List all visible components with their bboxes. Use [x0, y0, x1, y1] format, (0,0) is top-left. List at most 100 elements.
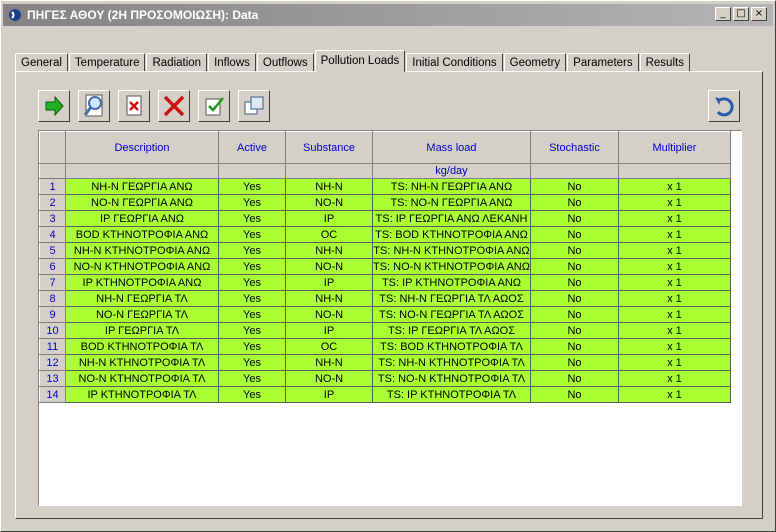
stochastic-cell[interactable]: No	[529, 370, 619, 387]
active-cell[interactable]: Yes	[218, 338, 286, 355]
table-row[interactable]: 8 NH-N ΓΕΩΡΓΙΑ ΤΛ Yes NH-N TS: NH-N ΓΕΩΡΓΙΑ …	[39, 290, 731, 307]
description-cell[interactable]: IP ΚΤΗΝΟΤΡΟΦΙΑ ΤΛ	[65, 386, 219, 403]
substance-cell[interactable]: NO-N	[285, 194, 373, 211]
multiplier-cell[interactable]: x 1	[617, 178, 731, 195]
substance-cell[interactable]: NH-N	[285, 242, 373, 259]
multiplier-cell[interactable]: x 1	[617, 226, 731, 243]
stochastic-cell[interactable]: No	[529, 194, 619, 211]
stochastic-cell[interactable]: No	[529, 226, 619, 243]
table-row[interactable]: 3 IP ΓΕΩΡΓΙΑ ΑΝΩ Yes IP TS: IP ΓΕΩΡΓΙΑ ΑΝΩ Λ…	[39, 210, 731, 227]
mass-load-cell[interactable]: TS: IP ΓΕΩΡΓΙΑ ΤΛ ΑΩΟΣ	[372, 322, 531, 339]
copy-button[interactable]	[238, 90, 270, 122]
mass-load-cell[interactable]: TS: IP ΓΕΩΡΓΙΑ ΑΝΩ ΛΕΚΑΝΗ	[372, 210, 531, 227]
table-row[interactable]: 14 IP ΚΤΗΝΟΤΡΟΦΙΑ ΤΛ Yes IP TS: IP ΚΤΗΝΟΤΡΟΦ…	[39, 386, 731, 403]
table-row[interactable]: 10 IP ΓΕΩΡΓΙΑ ΤΛ Yes IP TS: IP ΓΕΩΡΓΙΑ ΤΛ ΑΩ…	[39, 322, 731, 339]
row-number[interactable]: 3	[39, 210, 66, 227]
mass-load-cell[interactable]: TS: NO-N ΓΕΩΡΓΙΑ ΤΛ ΑΩΟΣ	[372, 306, 531, 323]
tab-pollution-loads[interactable]: Pollution Loads	[314, 50, 406, 72]
active-cell[interactable]: Yes	[218, 242, 286, 259]
stochastic-cell[interactable]: No	[529, 258, 619, 275]
description-cell[interactable]: NO-N ΓΕΩΡΓΙΑ ΑΝΩ	[65, 194, 219, 211]
multiplier-cell[interactable]: x 1	[617, 258, 731, 275]
tab-results[interactable]: Results	[639, 53, 690, 72]
table-row[interactable]: 2 NO-N ΓΕΩΡΓΙΑ ΑΝΩ Yes NO-N TS: NO-N ΓΕΩΡΓΙΑ…	[39, 194, 731, 211]
stochastic-cell[interactable]: No	[529, 338, 619, 355]
row-number[interactable]: 12	[39, 354, 66, 371]
multiplier-cell[interactable]: x 1	[617, 210, 731, 227]
description-cell[interactable]: IP ΓΕΩΡΓΙΑ ΤΛ	[65, 322, 219, 339]
row-number[interactable]: 5	[39, 242, 66, 259]
active-cell[interactable]: Yes	[218, 274, 286, 291]
go-button[interactable]	[38, 90, 70, 122]
active-cell[interactable]: Yes	[218, 226, 286, 243]
mass-load-cell[interactable]: TS: NH-N ΓΕΩΡΓΙΑ ΤΛ ΑΩΟΣ	[372, 290, 531, 307]
mass-load-cell[interactable]: TS: NH-N ΓΕΩΡΓΙΑ ΑΝΩ	[372, 178, 531, 195]
table-row[interactable]: 11 BOD ΚΤΗΝΟΤΡΟΦΙΑ ΤΛ Yes OC TS: BOD ΚΤΗΝΟΤΡ…	[39, 338, 731, 355]
mass-load-cell[interactable]: TS: NO-N ΓΕΩΡΓΙΑ ΑΝΩ	[372, 194, 531, 211]
mass-load-cell[interactable]: TS: NH-N ΚΤΗΝΟΤΡΟΦΙΑ ΑΝΩ	[372, 242, 531, 259]
multiplier-cell[interactable]: x 1	[617, 242, 731, 259]
substance-cell[interactable]: NH-N	[285, 290, 373, 307]
active-cell[interactable]: Yes	[218, 178, 286, 195]
column-header-active[interactable]: Active	[218, 131, 286, 164]
active-cell[interactable]: Yes	[218, 386, 286, 403]
undo-button[interactable]	[708, 90, 740, 122]
substance-cell[interactable]: IP	[285, 386, 373, 403]
row-number[interactable]: 8	[39, 290, 66, 307]
multiplier-cell[interactable]: x 1	[617, 290, 731, 307]
description-cell[interactable]: IP ΚΤΗΝΟΤΡΟΦΙΑ ΑΝΩ	[65, 274, 219, 291]
row-number[interactable]: 13	[39, 370, 66, 387]
tab-temperature[interactable]: Temperature	[68, 53, 146, 72]
active-cell[interactable]: Yes	[218, 322, 286, 339]
description-cell[interactable]: NH-N ΚΤΗΝΟΤΡΟΦΙΑ ΑΝΩ	[65, 242, 219, 259]
table-row[interactable]: 4 BOD ΚΤΗΝΟΤΡΟΦΙΑ ΑΝΩ Yes OC TS: BOD ΚΤΗΝΟΤΡ…	[39, 226, 731, 243]
row-number[interactable]: 9	[39, 306, 66, 323]
substance-cell[interactable]: OC	[285, 338, 373, 355]
maximize-button[interactable]: □	[733, 7, 749, 21]
mass-load-cell[interactable]: TS: BOD ΚΤΗΝΟΤΡΟΦΙΑ ΑΝΩ	[372, 226, 531, 243]
delete-record-button[interactable]	[118, 90, 150, 122]
table-row[interactable]: 13 NO-N ΚΤΗΝΟΤΡΟΦΙΑ ΤΛ Yes NO-N TS: NO-N ΚΤΗ…	[39, 370, 731, 387]
substance-cell[interactable]: NO-N	[285, 258, 373, 275]
multiplier-cell[interactable]: x 1	[617, 194, 731, 211]
row-number[interactable]: 6	[39, 258, 66, 275]
table-row[interactable]: 1 NH-N ΓΕΩΡΓΙΑ ΑΝΩ Yes NH-N TS: NH-N ΓΕΩΡΓΙΑ…	[39, 178, 731, 195]
mass-load-cell[interactable]: TS: BOD ΚΤΗΝΟΤΡΟΦΙΑ ΤΛ	[372, 338, 531, 355]
multiplier-cell[interactable]: x 1	[617, 386, 731, 403]
tab-parameters[interactable]: Parameters	[567, 53, 639, 72]
description-cell[interactable]: NH-N ΓΕΩΡΓΙΑ ΑΝΩ	[65, 178, 219, 195]
row-number[interactable]: 10	[39, 322, 66, 339]
substance-cell[interactable]: IP	[285, 322, 373, 339]
description-cell[interactable]: BOD ΚΤΗΝΟΤΡΟΦΙΑ ΑΝΩ	[65, 226, 219, 243]
column-header-substance[interactable]: Substance	[285, 131, 373, 164]
table-row[interactable]: 7 IP ΚΤΗΝΟΤΡΟΦΙΑ ΑΝΩ Yes IP TS: IP ΚΤΗΝΟΤΡΟΦ…	[39, 274, 731, 291]
stochastic-cell[interactable]: No	[529, 354, 619, 371]
active-cell[interactable]: Yes	[218, 370, 286, 387]
substance-cell[interactable]: IP	[285, 274, 373, 291]
table-row[interactable]: 12 NH-N ΚΤΗΝΟΤΡΟΦΙΑ ΤΛ Yes NH-N TS: NH-N ΚΤΗ…	[39, 354, 731, 371]
row-number[interactable]: 2	[39, 194, 66, 211]
table-row[interactable]: 9 NO-N ΓΕΩΡΓΙΑ ΤΛ Yes NO-N TS: NO-N ΓΕΩΡΓΙΑ …	[39, 306, 731, 323]
minimize-button[interactable]: _	[715, 7, 731, 21]
close-button[interactable]: ×	[751, 7, 767, 21]
mass-load-cell[interactable]: TS: IP ΚΤΗΝΟΤΡΟΦΙΑ ΑΝΩ	[372, 274, 531, 291]
substance-cell[interactable]: OC	[285, 226, 373, 243]
column-header-stochastic[interactable]: Stochastic	[529, 131, 619, 164]
delete-button[interactable]	[158, 90, 190, 122]
stochastic-cell[interactable]: No	[529, 290, 619, 307]
stochastic-cell[interactable]: No	[529, 306, 619, 323]
table-row[interactable]: 6 NO-N ΚΤΗΝΟΤΡΟΦΙΑ ΑΝΩ Yes NO-N TS: NO-N ΚΤΗ…	[39, 258, 731, 275]
active-cell[interactable]: Yes	[218, 194, 286, 211]
description-cell[interactable]: NO-N ΚΤΗΝΟΤΡΟΦΙΑ ΤΛ	[65, 370, 219, 387]
row-number[interactable]: 14	[39, 386, 66, 403]
stochastic-cell[interactable]: No	[529, 178, 619, 195]
active-cell[interactable]: Yes	[218, 306, 286, 323]
tab-initial-conditions[interactable]: Initial Conditions	[406, 53, 503, 72]
row-number[interactable]: 4	[39, 226, 66, 243]
multiplier-cell[interactable]: x 1	[617, 306, 731, 323]
active-cell[interactable]: Yes	[218, 210, 286, 227]
tab-general[interactable]: General	[15, 53, 68, 72]
substance-cell[interactable]: NH-N	[285, 354, 373, 371]
substance-cell[interactable]: NO-N	[285, 370, 373, 387]
multiplier-cell[interactable]: x 1	[617, 338, 731, 355]
